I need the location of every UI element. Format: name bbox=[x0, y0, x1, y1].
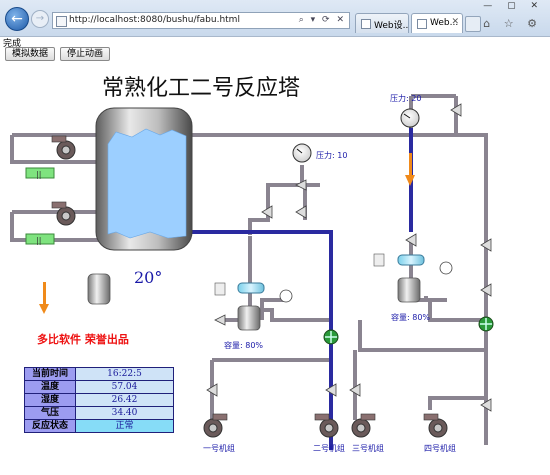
unit-label-4: 四号机组 bbox=[424, 444, 456, 453]
temperature-sensor-tank bbox=[87, 273, 111, 305]
brand-credit: 多比软件 荣誉出品 bbox=[37, 333, 129, 346]
row-key: 湿度 bbox=[24, 393, 76, 407]
storage-tank-right bbox=[397, 277, 421, 303]
pump-unit-2-icon[interactable] bbox=[314, 413, 339, 438]
row-key: 温度 bbox=[24, 380, 76, 394]
controller-icon bbox=[373, 253, 385, 267]
pressure-label-mid: 压力: 10 bbox=[316, 151, 348, 160]
pipe-segment bbox=[428, 396, 486, 410]
green-pump-icon[interactable] bbox=[323, 329, 339, 345]
storage-tank-left bbox=[237, 305, 261, 331]
level-gauge-icon bbox=[439, 261, 453, 275]
row-value: 57.04 bbox=[75, 380, 174, 394]
pipe-segment bbox=[358, 320, 486, 352]
arrow-down-icon bbox=[39, 304, 49, 314]
controller-icon bbox=[214, 282, 226, 296]
reactor-tank bbox=[95, 107, 193, 251]
pressure-gauge-mid-icon bbox=[292, 143, 312, 163]
arrow-shaft bbox=[409, 153, 412, 177]
status-table: 当前时间 16:22:5 温度 57.04 湿度 26.42 气压 34.40 反应状态… bbox=[24, 367, 174, 433]
row-key: 反应状态 bbox=[24, 419, 76, 433]
table-row: 反应状态 正常 bbox=[24, 419, 174, 433]
filter-symbol: || bbox=[36, 236, 41, 245]
pressure-gauge-top-icon bbox=[400, 108, 420, 128]
row-key: 当前时间 bbox=[24, 367, 76, 381]
green-pump-icon[interactable] bbox=[478, 316, 494, 332]
row-value: 16:22:5 bbox=[75, 367, 174, 381]
unit-label-2: 二号机组 bbox=[313, 444, 345, 453]
table-row: 气压 34.40 bbox=[24, 406, 174, 420]
arrow-down-icon bbox=[405, 175, 415, 186]
unit-label-3: 三号机组 bbox=[352, 444, 384, 453]
row-key: 气压 bbox=[24, 406, 76, 420]
valve-icon bbox=[295, 205, 307, 219]
tank-liquid bbox=[107, 128, 187, 239]
pipe-segment bbox=[409, 240, 486, 322]
pump-unit-4-icon[interactable] bbox=[423, 413, 448, 438]
pipe-segment bbox=[424, 296, 447, 302]
capacity-label-left: 容量: 80% bbox=[224, 341, 264, 350]
pipe-segment bbox=[248, 165, 304, 235]
level-gauge-icon bbox=[279, 289, 293, 303]
row-value: 正常 bbox=[75, 419, 174, 433]
row-value: 26.42 bbox=[75, 393, 174, 407]
pump-icon[interactable] bbox=[51, 135, 76, 160]
table-row: 湿度 26.42 bbox=[24, 393, 174, 407]
valve-icon bbox=[214, 314, 226, 326]
filter-symbol: || bbox=[36, 170, 41, 179]
unit-label-1: 一号机组 bbox=[203, 444, 235, 453]
page-title: 常熟化工二号反应塔 bbox=[102, 76, 301, 101]
table-row: 当前时间 16:22:5 bbox=[24, 367, 174, 381]
row-value: 34.40 bbox=[75, 406, 174, 420]
pump-unit-1-icon[interactable] bbox=[203, 413, 228, 438]
table-row: 温度 57.04 bbox=[24, 380, 174, 394]
capacity-label-right: 容量: 80% bbox=[391, 313, 431, 322]
pressure-label-top: 压力: 20 bbox=[390, 94, 422, 103]
flow-meter-left bbox=[237, 282, 265, 294]
flow-meter-right bbox=[397, 254, 425, 266]
arrow-shaft bbox=[43, 282, 46, 306]
temperature-readout: 20° bbox=[134, 268, 163, 287]
